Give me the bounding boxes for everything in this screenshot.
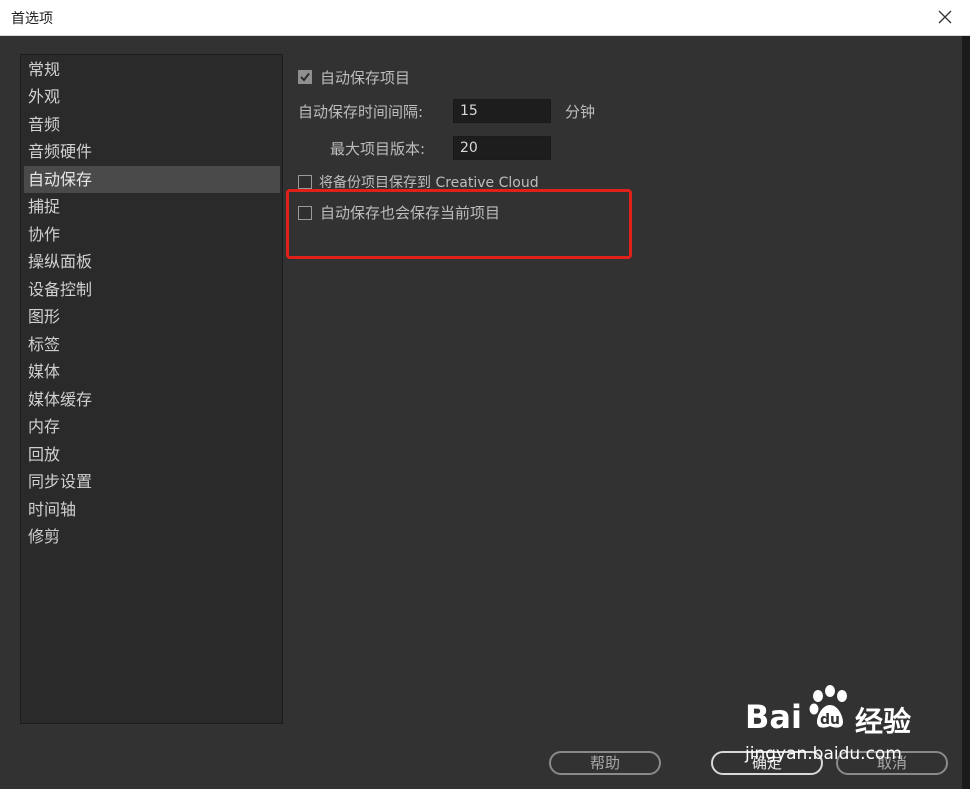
sidebar-item-timeline[interactable]: 时间轴 (24, 496, 280, 523)
sidebar-item-audio-hardware[interactable]: 音频硬件 (24, 138, 280, 165)
interval-input[interactable] (453, 99, 551, 123)
svg-text:du: du (820, 712, 840, 728)
category-sidebar: 常规 外观 音频 音频硬件 自动保存 捕捉 协作 操纵面板 设备控制 图形 标签… (20, 54, 283, 724)
sidebar-item-graphics[interactable]: 图形 (24, 303, 280, 330)
sidebar-item-capture[interactable]: 捕捉 (24, 193, 280, 220)
window-edge (962, 36, 970, 789)
sidebar-item-playback[interactable]: 回放 (24, 441, 280, 468)
watermark-brand-latin: Bai (745, 698, 802, 736)
title-bar: 首选项 (0, 0, 970, 36)
sidebar-item-media[interactable]: 媒体 (24, 358, 280, 385)
sidebar-item-audio[interactable]: 音频 (24, 111, 280, 138)
sidebar-item-general[interactable]: 常规 (24, 56, 280, 83)
sidebar-item-appearance[interactable]: 外观 (24, 83, 280, 110)
baidu-jingyan-watermark: Bai du 经验 jingyan.baidu.com (745, 680, 960, 770)
interval-unit: 分钟 (565, 103, 596, 121)
sidebar-item-trim[interactable]: 修剪 (24, 523, 280, 550)
watermark-url: jingyan.baidu.com (745, 744, 902, 764)
sidebar-item-control-surface[interactable]: 操纵面板 (24, 248, 280, 275)
max-versions-label: 最大项目版本: (330, 140, 426, 158)
interval-label: 自动保存时间间隔: (298, 103, 424, 121)
sidebar-item-media-cache[interactable]: 媒体缓存 (24, 386, 280, 413)
autosave-enable-label: 自动保存项目 (320, 69, 411, 87)
help-button[interactable]: 帮助 (549, 751, 661, 775)
watermark-brand-cn: 经验 (855, 705, 912, 738)
checkmark-icon (300, 72, 310, 82)
close-icon[interactable] (934, 6, 956, 28)
max-versions-input[interactable] (453, 136, 551, 160)
annotation-highlight-box (286, 189, 632, 259)
sidebar-item-collaboration[interactable]: 协作 (24, 221, 280, 248)
sidebar-item-device-control[interactable]: 设备控制 (24, 276, 280, 303)
autosave-enable-checkbox[interactable] (298, 70, 312, 84)
cloud-backup-checkbox[interactable] (298, 175, 312, 189)
sidebar-item-labels[interactable]: 标签 (24, 331, 280, 358)
paw-icon: du (809, 685, 847, 728)
sidebar-item-memory[interactable]: 内存 (24, 413, 280, 440)
window-title: 首选项 (11, 11, 53, 27)
preferences-dialog: 常规 外观 音频 音频硬件 自动保存 捕捉 协作 操纵面板 设备控制 图形 标签… (0, 36, 962, 789)
sidebar-item-autosave[interactable]: 自动保存 (24, 166, 280, 193)
sidebar-item-sync-settings[interactable]: 同步设置 (24, 468, 280, 495)
